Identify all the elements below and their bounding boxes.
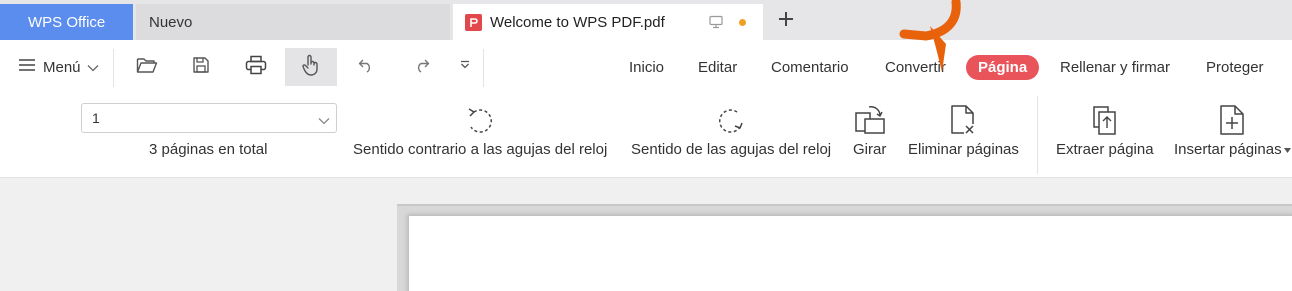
print-button[interactable] [230,48,282,86]
pdf-page[interactable] [409,216,1292,291]
girar-button[interactable]: Girar [853,102,886,158]
save-icon [192,56,210,79]
tab-document-label: Welcome to WPS PDF.pdf [490,13,665,31]
chevron-down-icon [87,59,99,76]
nav-editar[interactable]: Editar [698,59,737,76]
pdf-file-icon [465,13,482,31]
insert-page-icon [1218,102,1246,138]
nav-pagina[interactable]: Página [966,55,1040,80]
page-frame [397,204,1292,291]
extract-page-icon [1090,102,1120,138]
rotate-clockwise-button[interactable]: Sentido de las agujas del reloj [631,102,831,158]
monitor-icon[interactable] [709,15,723,33]
undo-button[interactable] [340,48,392,86]
unsaved-dot-icon [739,19,746,26]
hamburger-icon [18,58,36,76]
separator [483,49,484,87]
delete-page-icon [949,102,977,138]
tab-nuevo[interactable]: Nuevo [136,4,450,40]
dropdown-caret-icon [1283,147,1291,153]
insertar-paginas-text: Insertar páginas [1174,141,1282,158]
orange-pointer-arrow-icon [899,0,961,72]
tab-wps-office[interactable]: WPS Office [0,4,133,40]
insertar-paginas-label: Insertar páginas [1174,141,1291,158]
girar-label: Girar [853,141,887,158]
separator [113,49,114,87]
page-number-value: 1 [92,110,100,126]
hand-tool-button[interactable] [285,48,337,86]
save-button[interactable] [175,48,227,86]
tab-wps-office-label: WPS Office [28,13,106,31]
ribbon-toolbar: Menú Inicio Editar Comentario Convertir … [0,40,1292,178]
rotate-counterclockwise-button[interactable]: Sentido contrario a las agujas del reloj [353,102,607,158]
extraer-pagina-button[interactable]: Extraer página [1056,102,1154,158]
rotate-page-icon [854,102,886,138]
separator [1037,96,1038,174]
open-folder-button[interactable] [121,48,173,86]
extraer-pagina-label: Extraer página [1056,141,1154,158]
nav-inicio[interactable]: Inicio [629,59,664,76]
chevron-down-icon [318,112,330,128]
rotate-clockwise-icon [716,102,746,138]
page-number-select[interactable]: 1 [81,103,337,133]
tab-nuevo-label: Nuevo [149,13,193,31]
eliminar-paginas-button[interactable]: Eliminar páginas [908,102,1019,158]
rotate-counterclockwise-icon [465,102,495,138]
open-folder-icon [136,56,158,79]
undo-icon [357,57,375,78]
nav-proteger[interactable]: Proteger [1206,59,1264,76]
hand-tool-icon [301,54,321,81]
total-pages-text: 3 páginas en total [149,141,268,158]
more-chevron-icon [459,58,471,76]
new-tab-plus-icon[interactable] [776,10,796,34]
insertar-paginas-button[interactable]: Insertar páginas [1174,102,1291,158]
nav-comentario[interactable]: Comentario [771,59,849,76]
rotate-clockwise-label: Sentido de las agujas del reloj [631,141,832,158]
print-icon [245,55,267,80]
rotate-counterclockwise-label: Sentido contrario a las agujas del reloj [353,141,608,158]
nav-rellenar-y-firmar[interactable]: Rellenar y firmar [1060,59,1170,76]
redo-icon [413,57,431,78]
menu-button[interactable]: Menú [18,58,99,76]
tab-document[interactable]: Welcome to WPS PDF.pdf [453,4,763,40]
document-canvas[interactable] [0,179,1292,291]
menu-label: Menú [43,58,81,76]
eliminar-paginas-label: Eliminar páginas [908,141,1019,158]
tab-bar: WPS Office Nuevo Welcome to WPS PDF.pdf [0,0,1292,40]
